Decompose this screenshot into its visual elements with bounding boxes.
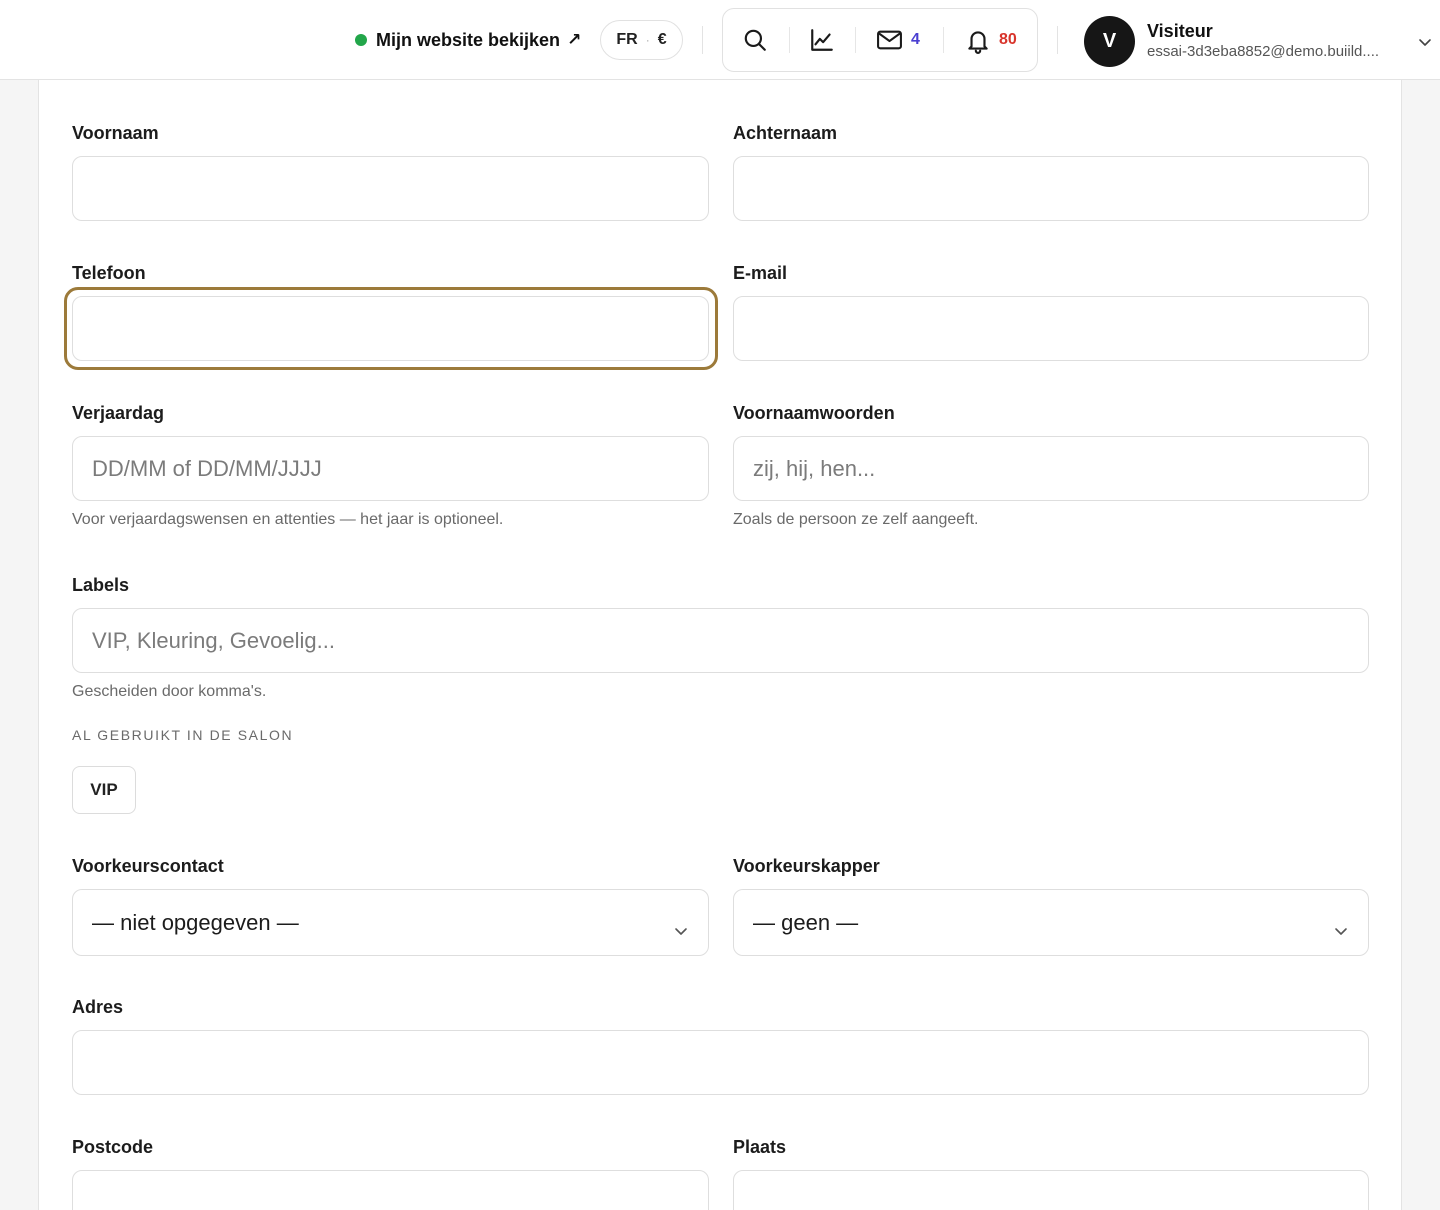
client-form-card: Voornaam Achternaam Telefoon E-mail Verj… bbox=[38, 80, 1402, 1210]
label-chip-vip[interactable]: VIP bbox=[72, 766, 136, 814]
labels-input[interactable] bbox=[72, 608, 1369, 673]
external-arrow-icon: ↗ bbox=[567, 30, 582, 49]
user-info: Visiteur essai-3d3eba8852@demo.buiild...… bbox=[1147, 20, 1407, 62]
last-name-label: Achternaam bbox=[733, 123, 838, 143]
notifications-count: 80 bbox=[999, 31, 1017, 48]
address-input[interactable] bbox=[72, 1030, 1369, 1095]
postcode-input[interactable] bbox=[72, 1170, 709, 1210]
chevron-down-icon bbox=[1418, 34, 1432, 52]
pronouns-input[interactable] bbox=[733, 436, 1369, 501]
labels-hint: Gescheiden door komma's. bbox=[72, 683, 267, 700]
chart-line-icon bbox=[809, 27, 835, 53]
search-icon bbox=[742, 27, 768, 53]
preferred-contact-value: — niet opgegeven — bbox=[92, 909, 299, 935]
header-divider bbox=[702, 26, 703, 54]
messages-button[interactable]: 4 bbox=[876, 9, 920, 71]
chevron-down-icon bbox=[674, 916, 688, 942]
unread-messages-count: 4 bbox=[911, 31, 920, 48]
statistics-button[interactable] bbox=[809, 9, 835, 71]
last-name-input[interactable] bbox=[733, 156, 1369, 221]
view-website-label: Mijn website bekijken bbox=[376, 29, 561, 50]
pronouns-hint: Zoals de persoon ze zelf aangeeft. bbox=[733, 511, 979, 528]
header-toolbar: 4 80 bbox=[722, 8, 1038, 72]
user-name: Visiteur bbox=[1147, 21, 1213, 41]
user-menu[interactable]: V Visiteur essai-3d3eba8852@demo.buiild.… bbox=[1084, 15, 1434, 67]
address-label: Adres bbox=[72, 997, 124, 1017]
used-labels-heading: AL GEBRUIKT IN DE SALON bbox=[72, 727, 294, 743]
city-input[interactable] bbox=[733, 1170, 1369, 1210]
top-bar: Mijn website bekijken ↗ FR · € 4 80 V Vi… bbox=[0, 0, 1440, 80]
view-website-link[interactable]: Mijn website bekijken ↗ bbox=[355, 27, 581, 53]
city-label: Plaats bbox=[733, 1137, 787, 1157]
search-button[interactable] bbox=[742, 9, 768, 71]
bell-icon bbox=[965, 27, 991, 54]
birthday-hint: Voor verjaardagswensen en attenties — he… bbox=[72, 511, 504, 528]
pronouns-label: Voornaamwoorden bbox=[733, 403, 895, 423]
phone-input[interactable] bbox=[72, 296, 709, 361]
toolbar-divider bbox=[789, 27, 790, 53]
toolbar-divider bbox=[943, 27, 944, 53]
currency-symbol: € bbox=[657, 31, 667, 48]
preferred-contact-select[interactable]: — niet opgegeven — bbox=[72, 889, 709, 956]
notifications-button[interactable]: 80 bbox=[965, 9, 1017, 71]
postcode-label: Postcode bbox=[72, 1137, 154, 1157]
birthday-label: Verjaardag bbox=[72, 403, 165, 423]
locale-separator: · bbox=[645, 33, 650, 47]
preferred-stylist-select[interactable]: — geen — bbox=[733, 889, 1369, 956]
avatar: V bbox=[1084, 15, 1135, 67]
labels-label: Labels bbox=[72, 575, 130, 595]
user-email: essai-3d3eba8852@demo.buiild.... bbox=[1147, 43, 1380, 60]
header-divider bbox=[1057, 26, 1058, 54]
preferred-contact-label: Voorkeurscontact bbox=[72, 856, 224, 876]
toolbar-divider bbox=[855, 27, 856, 53]
birthday-input[interactable] bbox=[72, 436, 709, 501]
email-input[interactable] bbox=[733, 296, 1369, 361]
email-label: E-mail bbox=[733, 263, 788, 283]
language-code: FR bbox=[616, 31, 638, 48]
first-name-input[interactable] bbox=[72, 156, 709, 221]
chevron-down-icon bbox=[1334, 916, 1348, 942]
preferred-stylist-value: — geen — bbox=[753, 909, 859, 935]
mail-icon bbox=[876, 28, 903, 52]
phone-label: Telefoon bbox=[72, 263, 146, 283]
first-name-label: Voornaam bbox=[72, 123, 159, 143]
locale-currency-switcher[interactable]: FR · € bbox=[600, 20, 683, 60]
online-status-dot bbox=[355, 34, 367, 46]
preferred-stylist-label: Voorkeurskapper bbox=[733, 856, 880, 876]
